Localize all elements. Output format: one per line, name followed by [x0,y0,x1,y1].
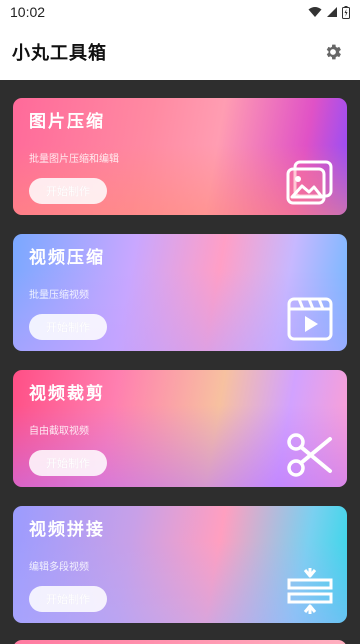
start-button[interactable]: 开始制作 [29,178,107,204]
start-button-label: 开始制作 [46,321,90,334]
card-title: 视频裁剪 [29,384,105,404]
merge-icon [287,568,333,614]
status-time: 10:02 [10,4,46,20]
start-button[interactable]: 开始制作 [29,586,107,612]
card-video-merge[interactable]: 视频拼接 编辑多段视频 开始制作 [13,506,347,623]
signal-icon [327,7,337,17]
start-button[interactable]: 开始制作 [29,450,107,476]
gear-icon [326,44,341,60]
settings-button[interactable] [320,39,346,65]
card-title: 视频拼接 [29,520,105,540]
card-desc: 自由截取视频 [29,426,89,437]
image-icon [286,160,333,205]
card-partial[interactable] [13,640,347,644]
card-title: 视频压缩 [29,248,105,268]
tool-list: 图片压缩 批量图片压缩和编辑 开始制作 视频压缩 批量压缩视频 开始制作 视频裁… [0,80,360,644]
status-bar: 10:02 [0,0,360,24]
card-video-trim[interactable]: 视频裁剪 自由截取视频 开始制作 [13,370,347,487]
card-desc: 编辑多段视频 [29,562,89,573]
battery-icon [342,5,350,19]
start-button[interactable]: 开始制作 [29,314,107,340]
card-desc: 批量图片压缩和编辑 [29,154,119,165]
card-image-compress[interactable]: 图片压缩 批量图片压缩和编辑 开始制作 [13,98,347,215]
start-button-label: 开始制作 [46,593,90,606]
start-button-label: 开始制作 [46,185,90,198]
app-bar: 小丸工具箱 [0,24,360,80]
card-video-compress[interactable]: 视频压缩 批量压缩视频 开始制作 [13,234,347,351]
video-player-icon [287,297,333,341]
card-desc: 批量压缩视频 [29,290,89,301]
start-button-label: 开始制作 [46,457,90,470]
card-title: 图片压缩 [29,112,105,132]
wifi-icon [308,7,322,17]
status-icons [308,5,350,19]
scissors-icon [287,433,332,477]
app-title: 小丸工具箱 [12,43,107,64]
